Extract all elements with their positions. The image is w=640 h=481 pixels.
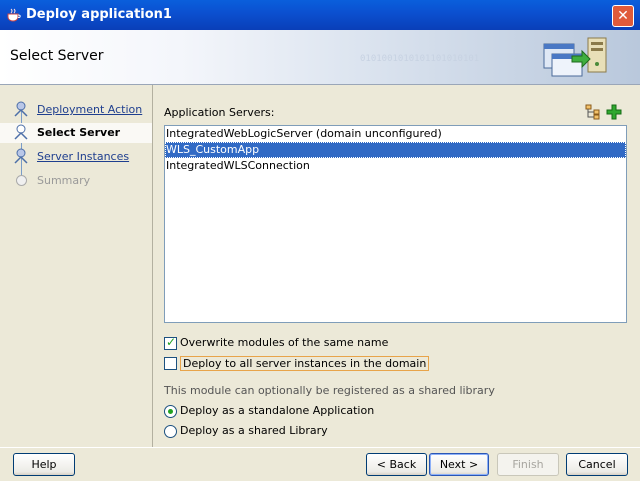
list-item[interactable]: IntegratedWebLogicServer (domain unconfi… (165, 126, 626, 142)
deploy-dialog: Deploy application1 ✕ Select Server 0101… (0, 0, 640, 480)
wizard-navigation: Deployment Action Select Server Server I… (0, 85, 153, 447)
close-icon: ✕ (617, 8, 629, 24)
server-deploy-icon (543, 37, 607, 77)
radio-label[interactable]: Deploy as a standalone Application (180, 404, 374, 417)
nav-item-summary: Summary (0, 171, 152, 191)
page-title: Select Server (10, 48, 104, 64)
main-panel: Application Servers: IntegratedWebLogicS… (153, 85, 640, 447)
checkbox-box[interactable]: ✓ (164, 335, 177, 350)
nav-item-server-instances[interactable]: Server Instances (0, 147, 152, 167)
nav-label[interactable]: Server Instances (37, 150, 129, 163)
list-item[interactable]: IntegratedWLSConnection (165, 158, 626, 174)
radio-label[interactable]: Deploy as a shared Library (180, 424, 328, 437)
title-bar[interactable]: Deploy application1 ✕ (0, 0, 640, 30)
cancel-button[interactable]: Cancel (566, 453, 628, 476)
add-icon[interactable] (606, 104, 622, 120)
nav-label[interactable]: Deployment Action (37, 103, 142, 116)
checkbox-label[interactable]: Deploy to all server instances in the do… (180, 356, 430, 371)
checkbox-box[interactable] (164, 357, 177, 370)
finish-button: Finish (497, 453, 559, 476)
wizard-step-disabled-icon (16, 175, 27, 186)
server-tree-icon[interactable] (585, 104, 601, 120)
wizard-current-step-icon (14, 124, 28, 140)
check-icon: ✓ (166, 335, 177, 349)
radio-button[interactable] (164, 405, 177, 418)
shared-library-info: This module can optionally be registered… (164, 384, 495, 397)
back-button[interactable]: < Back (366, 453, 427, 476)
application-servers-list[interactable]: IntegratedWebLogicServer (domain unconfi… (164, 125, 627, 323)
window-title: Deploy application1 (26, 7, 172, 22)
application-servers-label: Application Servers: (164, 106, 275, 119)
button-bar: Help < Back Next > Finish Cancel (0, 447, 640, 481)
nav-item-select-server[interactable]: Select Server (0, 123, 152, 143)
nav-item-deployment-action[interactable]: Deployment Action (0, 100, 152, 120)
help-button[interactable]: Help (13, 453, 75, 476)
wizard-step-icon (14, 148, 28, 164)
next-button[interactable]: Next > (429, 453, 489, 476)
nav-label: Select Server (37, 126, 121, 139)
header-binary-decoration: 0101001010101101010101 (360, 54, 480, 64)
nav-label: Summary (37, 174, 91, 187)
java-cup-icon (7, 8, 21, 22)
radio-selected-dot (168, 409, 173, 414)
close-button[interactable]: ✕ (612, 5, 634, 27)
list-item-selected[interactable]: WLS_CustomApp (165, 142, 626, 158)
radio-button[interactable] (164, 425, 177, 438)
wizard-step-icon (14, 101, 28, 117)
page-header: Select Server 0101001010101101010101 (0, 30, 640, 85)
checkbox-label[interactable]: Overwrite modules of the same name (180, 336, 388, 349)
